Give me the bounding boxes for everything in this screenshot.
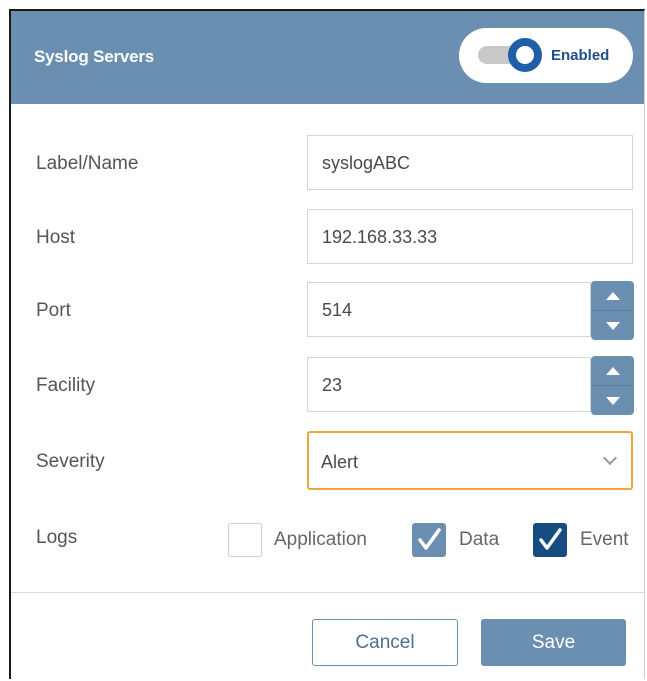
syslog-servers-panel: Syslog Servers Enabled Label/Name syslog… [9,9,645,679]
port-input[interactable]: 514 [307,282,591,337]
save-button[interactable]: Save [481,619,626,666]
host-input[interactable]: 192.168.33.33 [307,209,633,264]
facility-input[interactable]: 23 [307,357,591,412]
severity-value: Alert [321,452,359,472]
facility-value: 23 [322,375,343,395]
facility-decrement-button[interactable] [591,386,634,415]
arrow-up-icon [605,291,620,300]
data-label: Data [459,529,500,550]
checkmark-icon [539,528,562,550]
event-label: Event [580,529,629,550]
cancel-button[interactable]: Cancel [312,619,458,666]
port-stepper[interactable] [591,281,634,340]
chevron-down-icon [602,450,618,466]
panel-header: Syslog Servers Enabled [11,11,644,104]
enabled-toggle[interactable]: Enabled [459,28,633,83]
toggle-knob [508,38,542,72]
arrow-down-icon [605,321,620,330]
facility-increment-button[interactable] [591,356,634,386]
severity-label: Severity [36,451,105,472]
port-value: 514 [322,300,353,320]
logs-label: Logs [36,527,78,548]
footer-divider [11,592,644,593]
arrow-up-icon [605,366,620,375]
toggle-label: Enabled [551,47,610,64]
label-name-label: Label/Name [36,153,139,174]
panel-title: Syslog Servers [34,47,155,66]
event-checkbox[interactable] [533,523,567,557]
application-checkbox[interactable] [228,523,262,557]
host-label: Host [36,227,76,248]
arrow-down-icon [605,396,620,405]
facility-stepper[interactable] [591,356,634,415]
host-value: 192.168.33.33 [322,227,438,247]
checkmark-icon [418,528,441,550]
label-name-input[interactable]: syslogABC [307,135,633,190]
port-label: Port [36,300,71,321]
facility-label: Facility [36,375,96,396]
port-decrement-button[interactable] [591,311,634,340]
data-checkbox[interactable] [412,523,446,557]
label-name-value: syslogABC [322,153,411,173]
severity-select[interactable]: Alert [307,431,633,490]
application-label: Application [274,529,367,550]
port-increment-button[interactable] [591,281,634,311]
